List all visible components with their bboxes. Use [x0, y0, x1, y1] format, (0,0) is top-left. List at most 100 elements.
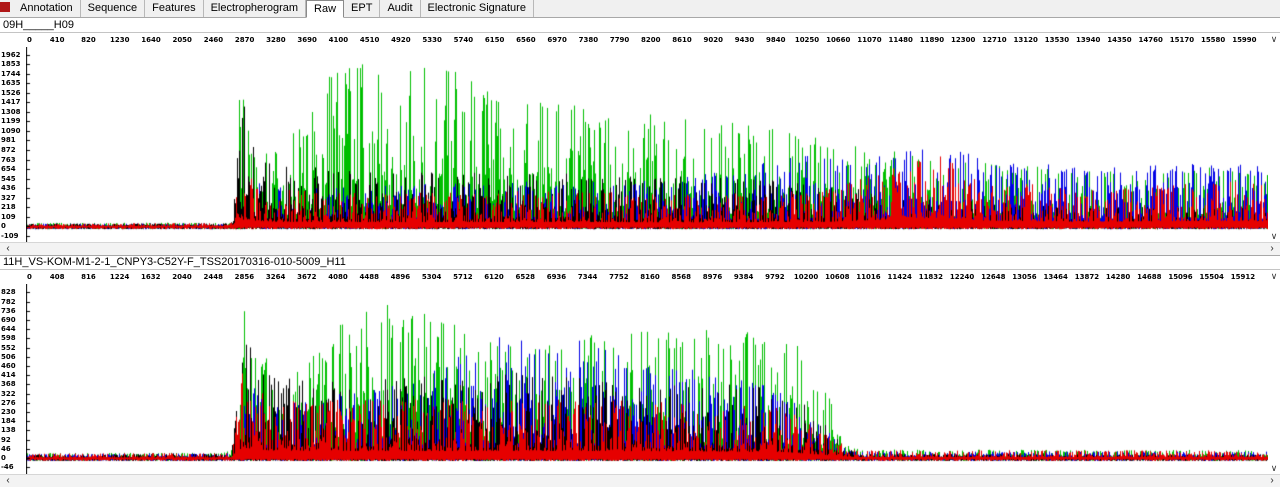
scroll-left-button[interactable]: ‹ [0, 243, 16, 255]
scroll-right-button[interactable]: › [1264, 243, 1280, 255]
x-tick-label: 7790 [610, 36, 629, 44]
y-tick-label: 230 [1, 408, 16, 416]
x-tick-label: 12710 [982, 36, 1006, 44]
x-tick-label: 2448 [203, 273, 222, 281]
x-tick-label: 13872 [1075, 273, 1099, 281]
x-tick-label: 3280 [266, 36, 285, 44]
y-tick-label: 1090 [1, 127, 20, 135]
scroll-down-button[interactable]: ∨ [1268, 462, 1280, 474]
x-tick-label: 5712 [453, 273, 472, 281]
x-tick-label: 13940 [1076, 36, 1100, 44]
tab-electronic-signature[interactable]: Electronic Signature [421, 0, 534, 17]
x-tick-label: 8568 [672, 273, 691, 281]
x-tick-label: 4488 [359, 273, 378, 281]
x-tick-label: 11070 [857, 36, 881, 44]
y-tick-label: 1199 [1, 117, 20, 125]
x-tick-label: 3672 [297, 273, 316, 281]
x-tick-label: 2870 [235, 36, 254, 44]
x-tick-label: 15912 [1231, 273, 1255, 281]
x-tick-label: 1230 [110, 36, 129, 44]
x-tick-label: 12648 [981, 273, 1005, 281]
x-tick-label: 2040 [172, 273, 191, 281]
x-tick-label: 11424 [887, 273, 911, 281]
x-tick-label: 4510 [360, 36, 379, 44]
y-tick-label: 218 [1, 203, 16, 211]
y-tick-label: 736 [1, 307, 16, 315]
x-tick-label: 13464 [1044, 273, 1068, 281]
y-tick-label: 1744 [1, 70, 20, 78]
x-tick-label: 15990 [1232, 36, 1256, 44]
x-tick-label: 6970 [547, 36, 566, 44]
scroll-down-button[interactable]: ∨ [1268, 230, 1280, 242]
x-tick-label: 1640 [141, 36, 160, 44]
trace-title-2: 11H_VS-KOM-M1-2-1_CNPY3-C52Y-F_TSS201703… [0, 255, 1280, 270]
vertical-scrollbar[interactable]: ∨ [1268, 47, 1280, 242]
y-tick-label: 109 [1, 213, 16, 221]
x-axis-ruler: 0410820123016402050246028703280369041004… [26, 33, 1268, 47]
trace-canvas[interactable] [26, 284, 1268, 474]
y-tick-label: 690 [1, 316, 16, 324]
x-tick-label: 5330 [422, 36, 441, 44]
x-tick-label: 5740 [454, 36, 473, 44]
x-tick-label: 4896 [391, 273, 410, 281]
scroll-left-button[interactable]: ‹ [0, 475, 16, 487]
scroll-up-button[interactable]: ∨ [1268, 33, 1280, 47]
x-tick-label: 10660 [826, 36, 850, 44]
x-tick-label: 408 [50, 273, 65, 281]
scrollbar-track[interactable] [16, 475, 1264, 487]
y-tick-label: -46 [1, 463, 14, 471]
y-tick-label: 92 [1, 436, 11, 444]
x-tick-label: 9020 [704, 36, 723, 44]
x-tick-label: 6560 [516, 36, 535, 44]
tab-ept[interactable]: EPT [344, 0, 380, 17]
x-tick-label: 9840 [766, 36, 785, 44]
x-tick-label: 11480 [889, 36, 913, 44]
trace-panel-2: 11H_VS-KOM-M1-2-1_CNPY3-C52Y-F_TSS201703… [0, 255, 1280, 487]
x-tick-label: 8160 [640, 273, 659, 281]
x-tick-label: 3690 [297, 36, 316, 44]
tab-features[interactable]: Features [145, 0, 203, 17]
x-tick-label: 11016 [856, 273, 880, 281]
x-tick-label: 9384 [734, 273, 753, 281]
axis-corner [0, 33, 26, 47]
tab-raw[interactable]: Raw [306, 0, 344, 18]
x-tick-label: 4080 [328, 273, 347, 281]
x-tick-label: 10200 [794, 273, 818, 281]
x-tick-label: 410 [50, 36, 65, 44]
horizontal-scrollbar[interactable]: ‹ › [0, 242, 1280, 255]
y-tick-label: 138 [1, 426, 16, 434]
scroll-right-button[interactable]: › [1264, 475, 1280, 487]
horizontal-scrollbar[interactable]: ‹ › [0, 474, 1280, 487]
x-tick-label: 6528 [515, 273, 534, 281]
raw-trace-chart-1: 0410820123016402050246028703280369041004… [0, 33, 1280, 255]
trace-canvas[interactable] [26, 47, 1268, 242]
scrollbar-track[interactable] [16, 243, 1264, 255]
y-tick-label: 598 [1, 334, 16, 342]
y-axis-labels: 1962185317441635152614171308119910909818… [0, 47, 26, 242]
x-tick-label: 6120 [484, 273, 503, 281]
y-tick-label: 0 [1, 222, 6, 230]
vertical-scrollbar[interactable]: ∨ [1268, 284, 1280, 474]
x-tick-label: 11832 [919, 273, 943, 281]
y-tick-label: 276 [1, 399, 16, 407]
y-tick-label: 436 [1, 184, 16, 192]
y-tick-label: 368 [1, 380, 16, 388]
x-tick-label: 2460 [204, 36, 223, 44]
tab-sequence[interactable]: Sequence [81, 0, 146, 17]
x-tick-label: 8976 [703, 273, 722, 281]
y-tick-label: 1962 [1, 51, 20, 59]
tab-audit[interactable]: Audit [380, 0, 420, 17]
y-tick-label: 460 [1, 362, 16, 370]
scroll-up-button[interactable]: ∨ [1268, 270, 1280, 284]
axis-corner [0, 270, 26, 284]
x-tick-label: 15096 [1168, 273, 1192, 281]
x-tick-label: 15504 [1200, 273, 1224, 281]
y-axis-labels: 8287827366906445985525064604143683222762… [0, 284, 26, 474]
y-tick-label: 545 [1, 175, 16, 183]
y-tick-label: -109 [1, 232, 19, 240]
x-tick-label: 15580 [1201, 36, 1225, 44]
tab-annotation[interactable]: Annotation [13, 0, 81, 17]
x-tick-label: 14350 [1107, 36, 1131, 44]
tab-electropherogram[interactable]: Electropherogram [204, 0, 306, 17]
x-tick-label: 15170 [1170, 36, 1194, 44]
